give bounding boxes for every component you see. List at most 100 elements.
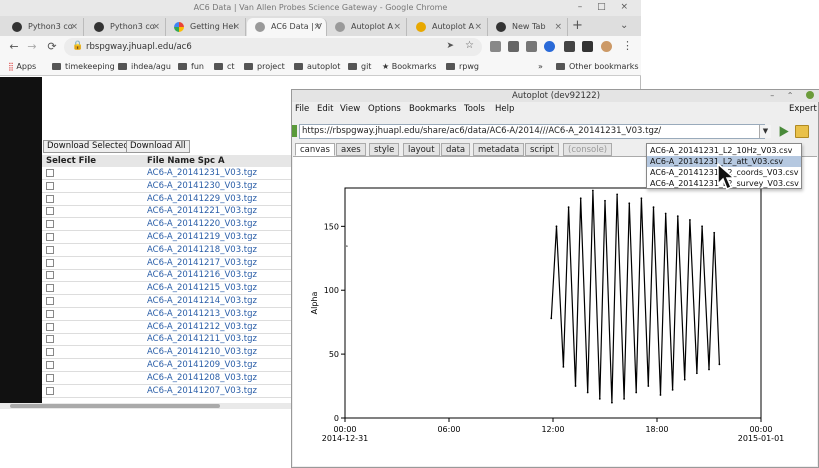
file-link[interactable]: AC6-A_20141219_V03.tgz <box>147 231 257 244</box>
reload-icon[interactable]: ⟳ <box>44 38 60 56</box>
extension-icon[interactable] <box>544 41 555 52</box>
select-checkbox[interactable] <box>46 220 54 229</box>
data-uri-input[interactable]: https://rbspgway.jhuapl.edu/share/ac6/da… <box>299 124 765 139</box>
tab-python3-1[interactable]: Python3 co × <box>4 18 84 36</box>
tab-data[interactable]: data <box>441 143 471 156</box>
avatar[interactable] <box>601 41 612 52</box>
close-icon[interactable]: × <box>70 18 78 36</box>
scrollbar-thumb[interactable] <box>10 404 220 408</box>
select-checkbox[interactable] <box>46 181 54 190</box>
tab-metadata[interactable]: metadata <box>473 143 525 156</box>
file-link[interactable]: AC6-A_20141210_V03.tgz <box>147 346 257 359</box>
alpha-time-series-chart[interactable]: 05010015000:002014-12-3106:00 12:00 18:00 0… <box>293 157 817 467</box>
file-link[interactable]: AC6-A_20141230_V03.tgz <box>147 180 257 193</box>
extension-icon[interactable] <box>490 41 501 52</box>
select-checkbox[interactable] <box>46 386 54 395</box>
select-checkbox[interactable] <box>46 284 54 293</box>
close-icon[interactable]: × <box>474 18 482 36</box>
plot-canvas[interactable]: 0 50 100 150 00:00 2014-12-31 06:00 12:00 18:00 0… <box>293 156 817 466</box>
file-link[interactable]: AC6-A_20141213_V03.tgz <box>147 308 257 321</box>
extension-icon[interactable] <box>526 41 537 52</box>
new-tab-button[interactable]: + <box>572 16 583 36</box>
tab-python3-2[interactable]: Python3 co × <box>86 18 166 36</box>
file-link[interactable]: AC6-A_20141220_V03.tgz <box>147 218 257 231</box>
menu-help[interactable]: Help <box>495 102 514 116</box>
select-checkbox[interactable] <box>46 233 54 241</box>
menu-edit[interactable]: Edit <box>317 102 333 116</box>
file-link[interactable]: AC6-A_20141221_V03.tgz <box>147 205 257 218</box>
close-icon[interactable] <box>806 91 814 99</box>
address-bar[interactable]: 🔒 rbspgway.jhuapl.edu/ac6 ➤ ☆ <box>64 38 482 56</box>
close-icon[interactable]: × <box>232 18 240 36</box>
close-icon[interactable]: × <box>393 18 401 36</box>
bookmark-bookmarks[interactable]: ★ Bookmarks <box>382 58 436 76</box>
tab-new-tab[interactable]: New Tab × <box>488 18 568 36</box>
close-icon[interactable]: × <box>313 18 321 36</box>
sidebar-icon[interactable] <box>582 41 593 52</box>
forward-arrow-icon[interactable]: → <box>24 38 40 56</box>
bookmark-ct[interactable]: ct <box>214 58 235 76</box>
file-link[interactable]: AC6-A_20141218_V03.tgz <box>147 244 257 257</box>
window-controls[interactable]: – ⌃ <box>770 90 814 102</box>
window-controls[interactable]: – □ × <box>578 2 634 12</box>
tab-canvas[interactable]: canvas <box>295 143 335 156</box>
download-all-button[interactable]: Download All <box>126 140 190 153</box>
chevron-down-icon[interactable]: ▼ <box>759 125 771 138</box>
tab-getting-help[interactable]: Getting Hel × <box>166 18 246 36</box>
tab-layout[interactable]: layout <box>403 143 440 156</box>
bookmark-rpwg[interactable]: rpwg <box>446 58 479 76</box>
select-checkbox[interactable] <box>46 348 54 357</box>
bookmark-autoplot[interactable]: autoplot <box>294 58 340 76</box>
extension-icon[interactable] <box>508 41 519 52</box>
select-checkbox[interactable] <box>46 297 54 305</box>
file-link[interactable]: AC6-A_20141207_V03.tgz <box>147 385 257 398</box>
file-link[interactable]: AC6-A_20141217_V03.tgz <box>147 257 257 270</box>
menu-options[interactable]: Options <box>368 102 401 116</box>
puzzle-icon[interactable] <box>564 41 575 52</box>
select-checkbox[interactable] <box>46 271 54 280</box>
menu-file[interactable]: File <box>295 102 309 116</box>
close-icon[interactable]: × <box>152 18 160 36</box>
select-checkbox[interactable] <box>46 335 54 344</box>
file-link[interactable]: AC6-A_20141212_V03.tgz <box>147 321 257 334</box>
file-link[interactable]: AC6-A_20141216_V03.tgz <box>147 269 257 282</box>
file-link[interactable]: AC6-A_20141231_V03.tgz <box>147 167 257 180</box>
bookmark-project[interactable]: project <box>244 58 285 76</box>
completion-item[interactable]: AC6-A_20141231_L2_10Hz_V03.csv <box>647 145 801 156</box>
file-link[interactable]: AC6-A_20141211_V03.tgz <box>147 333 257 346</box>
select-checkbox[interactable] <box>46 245 54 254</box>
back-arrow-icon[interactable]: ← <box>6 38 22 56</box>
download-selected-button[interactable]: Download Selected <box>43 140 133 153</box>
file-link[interactable]: AC6-A_20141215_V03.tgz <box>147 282 257 295</box>
file-link[interactable]: AC6-A_20141229_V03.tgz <box>147 193 257 206</box>
bookmark-apps[interactable]: ⣿ Apps <box>8 58 36 76</box>
tab-ac6-data[interactable]: AC6 Data | V × <box>247 18 327 36</box>
play-icon[interactable] <box>779 126 789 137</box>
select-checkbox[interactable] <box>46 258 54 267</box>
bookmark-ihdea[interactable]: ihdea/agu <box>118 58 171 76</box>
chevron-down-icon[interactable]: ⌄ <box>620 16 628 36</box>
horizontal-scrollbar[interactable] <box>0 403 292 409</box>
tab-script[interactable]: script <box>525 143 559 156</box>
file-link[interactable]: AC6-A_20141214_V03.tgz <box>147 295 257 308</box>
select-checkbox[interactable] <box>46 373 54 382</box>
bookmarks-overflow[interactable]: » <box>538 58 543 76</box>
send-icon[interactable]: ➤ <box>446 41 454 51</box>
file-link[interactable]: AC6-A_20141209_V03.tgz <box>147 359 257 372</box>
star-icon[interactable]: ☆ <box>465 40 474 51</box>
select-checkbox[interactable] <box>46 361 54 369</box>
tab-autoplot-1[interactable]: Autoplot A × <box>327 18 407 36</box>
menu-view[interactable]: View <box>340 102 360 116</box>
close-icon[interactable]: × <box>554 18 562 36</box>
select-checkbox[interactable] <box>46 207 54 216</box>
expert-menu[interactable]: Expert <box>789 102 817 116</box>
file-link[interactable]: AC6-A_20141208_V03.tgz <box>147 372 257 385</box>
tab-console[interactable]: (console) <box>563 143 613 156</box>
menu-tools[interactable]: Tools <box>464 102 485 116</box>
tab-axes[interactable]: axes <box>336 143 366 156</box>
menu-bookmarks[interactable]: Bookmarks <box>409 102 457 116</box>
bookmark-fun[interactable]: fun <box>178 58 204 76</box>
bookmark-timekeeping[interactable]: timekeeping <box>52 58 115 76</box>
menu-icon[interactable]: ⋮ <box>622 39 633 52</box>
select-checkbox[interactable] <box>46 194 54 203</box>
